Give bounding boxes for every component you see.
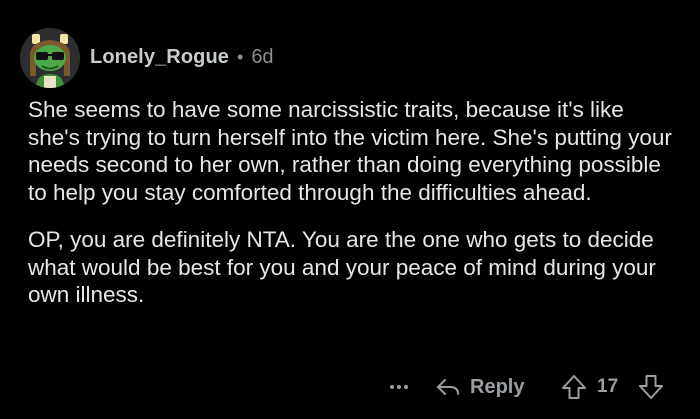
comment-meta: Lonely_Rogue • 6d [90, 45, 274, 69]
reply-label: Reply [470, 375, 525, 398]
comment-body: She seems to have some narcissistic trai… [28, 96, 678, 309]
upvote-button[interactable] [560, 373, 588, 401]
comment-paragraph-1: She seems to have some narcissistic trai… [28, 97, 672, 205]
downvote-arrow-icon [639, 375, 663, 399]
comment-actions-bar: Reply 17 [0, 370, 700, 406]
comment-header: Lonely_Rogue • 6d [20, 28, 274, 88]
snoo-avatar-icon [20, 28, 80, 88]
user-avatar[interactable] [20, 28, 80, 88]
meta-separator: • [237, 47, 244, 67]
username-link[interactable]: Lonely_Rogue [90, 45, 229, 69]
downvote-button[interactable] [637, 373, 665, 401]
vote-count: 17 [597, 376, 619, 397]
ellipsis-icon [390, 385, 394, 389]
reply-button[interactable]: Reply [436, 372, 524, 402]
reply-arrow-icon [437, 379, 459, 395]
comment-paragraph-2: OP, you are definitely NTA. You are the … [28, 227, 656, 307]
comment-card: Lonely_Rogue • 6d She seems to have some… [0, 0, 700, 419]
upvote-arrow-icon [562, 375, 586, 399]
more-options-button[interactable] [384, 372, 414, 402]
comment-age: 6d [251, 46, 274, 68]
